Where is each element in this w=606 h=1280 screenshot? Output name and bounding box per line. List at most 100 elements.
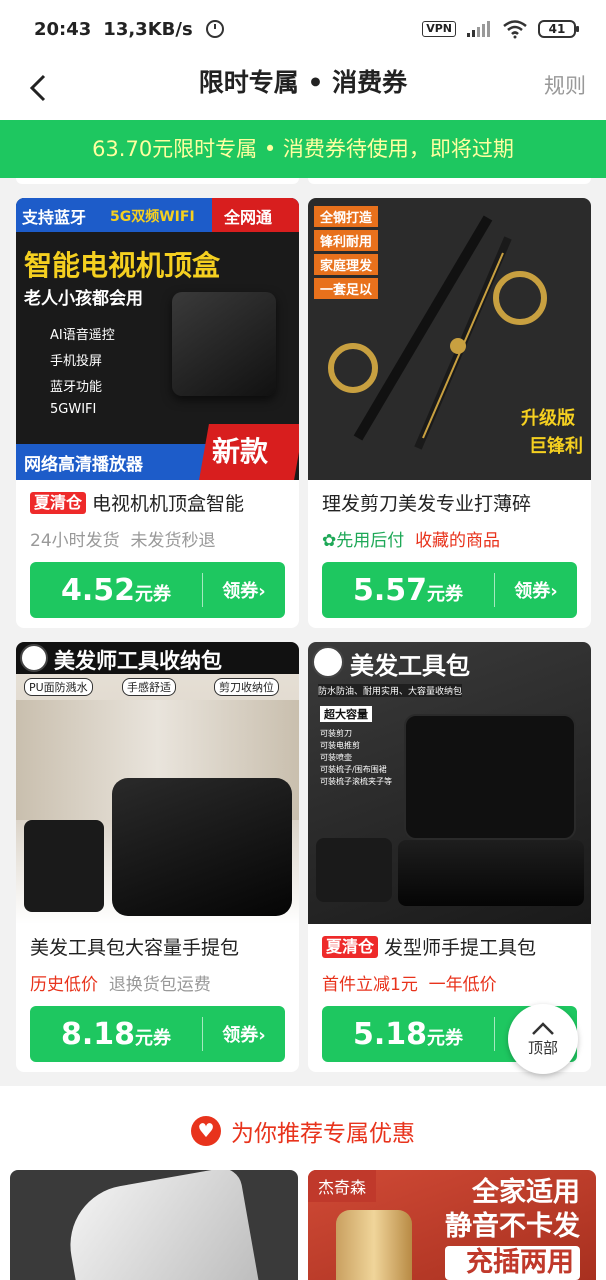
open-toolbag-icon xyxy=(404,714,576,840)
chevron-right-icon: › xyxy=(258,581,266,602)
previous-cards-edge xyxy=(0,178,606,190)
get-coupon-button[interactable]: 5.57元券 领券› xyxy=(322,562,577,618)
coupon-amount: 8.18 xyxy=(60,1016,136,1052)
image-label: 美发工具包 xyxy=(350,652,470,680)
product-grid: 支持蓝牙 5G双频WIFI 全网通 智能电视机顶盒 老人小孩都会用 AI语音遥控… xyxy=(0,178,606,1086)
image-label: 新款 xyxy=(212,435,269,468)
chevron-right-icon: › xyxy=(550,581,558,602)
image-label: PU面防溅水 xyxy=(24,678,93,696)
product-subtitle: 历史低价 退换货包运费 xyxy=(30,970,211,995)
image-label: 剪刀收纳位 xyxy=(214,678,279,696)
coupon-action: 领券 xyxy=(222,581,259,602)
coupon-unit: 元券 xyxy=(135,583,172,605)
product-subtitle: ✿先用后付 收藏的商品 xyxy=(322,526,500,551)
status-bar: 20:43 13,3KB/s VPN 41 xyxy=(0,0,606,58)
image-label: 支持蓝牙 xyxy=(22,208,87,227)
image-label: 可装梳子滚梳夹子等 xyxy=(320,777,392,786)
tv-box-icon xyxy=(172,292,276,396)
product-card[interactable]: 美发师工具收纳包 PU面防溅水 手感舒适 剪刀收纳位 美发工具包大容量手提包 历… xyxy=(16,642,299,1072)
recommend-section: 为你推荐专属优惠 杰奇森 全家适用 静音不卡发 充插两用 xyxy=(0,1086,606,1280)
sub-label: 首件立减1元 xyxy=(322,975,418,995)
image-label: 升级版 xyxy=(521,408,575,429)
image-label: 可装剪刀 xyxy=(320,729,352,738)
sub-label: 一年低价 xyxy=(428,975,497,995)
open-bag-icon xyxy=(24,820,104,912)
product-title[interactable]: 理发剪刀美发专业打薄碎 xyxy=(322,490,583,518)
coupon-amount: 5.57 xyxy=(352,572,428,608)
sub-label: 未发货秒退 xyxy=(130,531,216,551)
slogan-line: 充插两用 xyxy=(445,1246,580,1280)
image-label: 可装喷壶 xyxy=(320,753,352,762)
product-image[interactable]: 美发师工具收纳包 PU面防溅水 手感舒适 剪刀收纳位 xyxy=(16,642,299,924)
product-title[interactable]: 夏清仓 电视机机顶盒智能 xyxy=(30,490,291,518)
image-label: 防水防油、耐用实用、大容量收纳包 xyxy=(318,684,463,697)
image-label: 5G双频WIFI xyxy=(110,209,195,225)
power-icon xyxy=(205,20,224,38)
recommend-product-image[interactable] xyxy=(10,1170,298,1280)
product-title-text: 发型师手提工具包 xyxy=(384,937,537,959)
rules-link[interactable]: 规则 xyxy=(544,70,586,100)
product-card[interactable]: 全钢打造 锋利耐用 家庭理发 一套足以 升级版 巨锋利 理发剪刀美发专业打薄碎 … xyxy=(308,198,591,628)
image-label: 巨锋利 xyxy=(529,436,583,457)
image-label: 美发师工具收纳包 xyxy=(54,649,222,673)
bag-icon xyxy=(112,778,292,916)
status-time: 20:43 xyxy=(34,18,92,40)
coupon-action: 领券 xyxy=(514,581,551,602)
image-label: 全网通 xyxy=(224,208,273,227)
coupon-unit: 元券 xyxy=(427,1027,464,1049)
get-coupon-button[interactable]: 4.52元券 领券› xyxy=(30,562,285,618)
status-speed: 13,3KB/s xyxy=(103,18,193,40)
sub-label: 历史低价 xyxy=(30,975,98,995)
coupon-unit: 元券 xyxy=(427,583,464,605)
image-label: 智能电视机顶盒 xyxy=(24,249,221,282)
slogan-line: 静音不卡发 xyxy=(445,1211,580,1242)
product-image[interactable]: 美发工具包 防水防油、耐用实用、大容量收纳包 超大容量 可装剪刀 可装电推剪 可… xyxy=(308,642,591,924)
sub-label: 收藏的商品 xyxy=(415,531,501,551)
back-to-top-button[interactable]: 顶部 xyxy=(508,1004,578,1074)
nav-bar: 限时专属 • 消费券 规则 xyxy=(0,58,606,120)
back-to-top-label: 顶部 xyxy=(527,1038,558,1057)
image-label: 网络高清播放器 xyxy=(24,455,143,475)
image-label: 可装电推剪 xyxy=(320,741,360,750)
clearance-tag: 夏清仓 xyxy=(322,936,379,958)
product-title[interactable]: 美发工具包大容量手提包 xyxy=(30,934,291,962)
product-title[interactable]: 夏清仓 发型师手提工具包 xyxy=(322,934,583,962)
image-label: 手机投屏 xyxy=(50,354,103,369)
coupon-unit: 元券 xyxy=(135,1027,172,1049)
product-subtitle: 首件立减1元 一年低价 xyxy=(322,970,497,995)
sub-label: 退换货包运费 xyxy=(108,975,211,995)
coupon-action: 领券 xyxy=(222,1025,259,1046)
wifi-icon xyxy=(503,20,527,39)
slogan-line: 全家适用 xyxy=(472,1177,580,1208)
recommend-title-text: 为你推荐专属优惠 xyxy=(231,1121,415,1147)
product-image[interactable]: 支持蓝牙 5G双频WIFI 全网通 智能电视机顶盒 老人小孩都会用 AI语音遥控… xyxy=(16,198,299,480)
pay-later-icon: ✿ xyxy=(322,531,337,551)
image-label: 老人小孩都会用 xyxy=(24,289,143,309)
recommend-product-image[interactable]: 杰奇森 全家适用 静音不卡发 充插两用 xyxy=(308,1170,596,1280)
chevron-right-icon: › xyxy=(258,1025,266,1046)
image-label: AI语音遥控 xyxy=(50,328,115,343)
product-subtitle: 24小时发货 未发货秒退 xyxy=(30,526,215,551)
recommend-title: 为你推荐专属优惠 xyxy=(0,1114,606,1148)
expiry-banner[interactable]: 63.70元限时专属 • 消费券待使用，即将过期 xyxy=(0,120,606,178)
product-slogan: 全家适用 静音不卡发 充插两用 xyxy=(445,1176,580,1280)
product-title-text: 理发剪刀美发专业打薄碎 xyxy=(322,493,532,515)
guasha-icon xyxy=(60,1170,260,1280)
product-card[interactable]: 支持蓝牙 5G双频WIFI 全网通 智能电视机顶盒 老人小孩都会用 AI语音遥控… xyxy=(16,198,299,628)
toolbag-base-icon xyxy=(398,840,584,906)
vpn-badge: VPN xyxy=(422,21,456,37)
brand-label: 杰奇森 xyxy=(308,1170,377,1202)
coupon-amount: 5.18 xyxy=(352,1016,428,1052)
clearance-tag: 夏清仓 xyxy=(30,492,87,514)
image-label: 5GWIFI xyxy=(50,402,97,417)
product-title-text: 美发工具包大容量手提包 xyxy=(30,937,240,959)
image-label: 可装梳子/围布围裙 xyxy=(320,765,387,774)
image-label: 手感舒适 xyxy=(122,678,176,696)
get-coupon-button[interactable]: 8.18元券 领券› xyxy=(30,1006,285,1062)
page-title: 限时专属 • 消费券 xyxy=(198,68,408,97)
pouch-icon xyxy=(316,838,392,902)
image-label: 超大容量 xyxy=(320,706,372,722)
image-label: 蓝牙功能 xyxy=(50,380,103,395)
product-image[interactable]: 全钢打造 锋利耐用 家庭理发 一套足以 升级版 巨锋利 xyxy=(308,198,591,480)
signal-icon xyxy=(467,21,490,37)
